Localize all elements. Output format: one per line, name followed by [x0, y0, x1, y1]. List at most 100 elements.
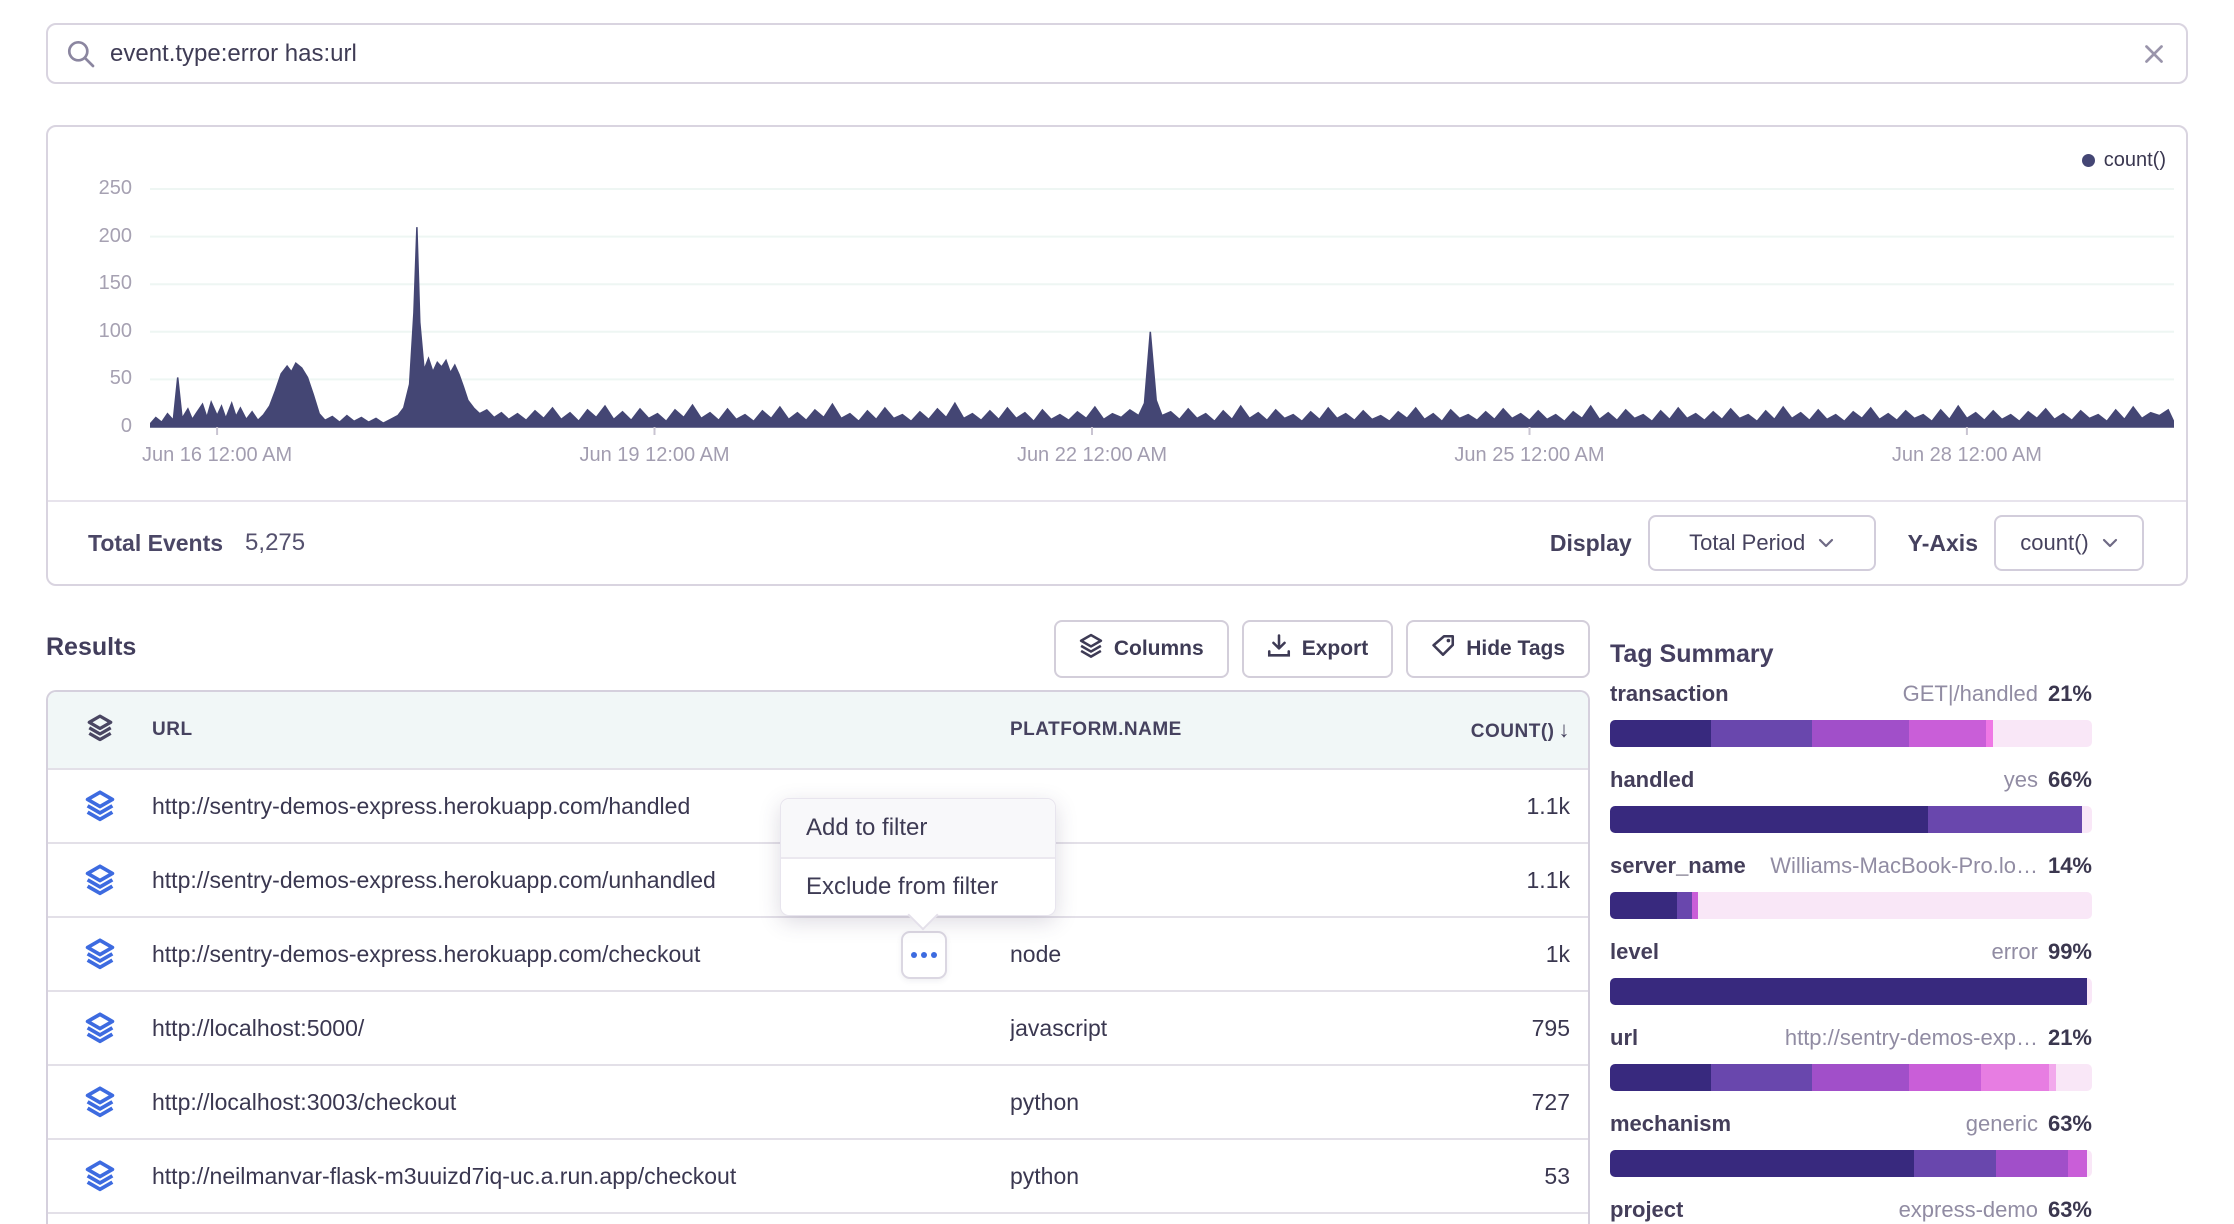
y-axis-tick-label: 0 — [48, 415, 132, 438]
stack-icon — [48, 864, 152, 896]
platform-cell: node — [1010, 941, 1440, 968]
count-cell: 727 — [1440, 1089, 1588, 1116]
x-axis-tick-label: Jun 19 12:00 AM — [575, 444, 735, 467]
tag-top-value: express-demo — [1899, 1197, 2038, 1222]
column-header-platform[interactable]: PLATFORM.NAME — [1010, 719, 1440, 741]
table-row[interactable]: http://localhost:3003/checkoutpython727 — [48, 1064, 1588, 1138]
stack-icon — [1079, 633, 1103, 665]
table-row[interactable]: http://localhost:5000/javascript795 — [48, 990, 1588, 1064]
tag-percentage: 14% — [2048, 853, 2092, 878]
stack-icon — [48, 1160, 152, 1192]
results-heading: Results — [46, 633, 136, 662]
tag-row: url http://sentry-demos-exp… 21% — [1610, 1025, 2092, 1091]
results-table-header: URL PLATFORM.NAME COUNT()↓ — [48, 692, 1588, 768]
x-axis-tick-label: Jun 16 12:00 AM — [137, 444, 297, 467]
sort-descending-icon: ↓ — [1559, 717, 1571, 742]
tag-row: transaction GET|/handled 21% — [1610, 681, 2092, 747]
tag-percentage: 21% — [2048, 1025, 2092, 1050]
x-axis-tick-label: Jun 28 12:00 AM — [1887, 444, 2047, 467]
download-icon — [1267, 634, 1291, 664]
table-row[interactable]: http://sentry-demos-express.herokuapp.co… — [48, 916, 1588, 990]
tag-top-value: yes — [2004, 767, 2038, 792]
columns-button-label: Columns — [1114, 637, 1204, 661]
yaxis-dropdown-value: count() — [2020, 530, 2088, 556]
chevron-down-icon — [2102, 538, 2118, 548]
platform-cell: python — [1010, 1163, 1440, 1190]
tag-percentage: 21% — [2048, 681, 2092, 706]
export-button[interactable]: Export — [1242, 620, 1394, 678]
search-bar — [46, 23, 2188, 84]
tag-distribution-bar[interactable] — [1610, 1064, 2092, 1091]
yaxis-dropdown[interactable]: count() — [1994, 515, 2144, 571]
total-events-label: Total Events — [88, 530, 223, 557]
tag-top-value: GET|/handled — [1903, 681, 2038, 706]
stack-icon — [48, 714, 152, 747]
platform-cell: python — [1010, 1089, 1440, 1116]
tag-row: server_nameWilliams-MacBook-Pro.lo…14% — [1610, 853, 2092, 919]
tag-percentage: 99% — [2048, 939, 2092, 964]
columns-button[interactable]: Columns — [1054, 620, 1229, 678]
events-chart-card: count() 050100150200250 Jun 16 12:00 AMJ… — [46, 125, 2188, 586]
tag-distribution-bar[interactable] — [1610, 892, 2092, 919]
more-actions-button[interactable] — [901, 931, 947, 979]
event-count-area-chart[interactable] — [150, 162, 2174, 436]
tag-distribution-bar[interactable] — [1610, 720, 2092, 747]
table-row[interactable]: http://neilmanvar-flask-m3uuizd7iq-uc.a.… — [48, 1138, 1588, 1212]
hide-tags-button[interactable]: Hide Tags — [1406, 620, 1590, 678]
clear-search-icon[interactable] — [2142, 42, 2166, 66]
tag-icon — [1431, 634, 1455, 664]
table-row — [48, 1212, 1588, 1224]
y-axis-tick-label: 250 — [48, 177, 132, 200]
tag-name: handled — [1610, 767, 1694, 793]
count-cell: 1.1k — [1440, 793, 1588, 820]
display-label: Display — [1550, 530, 1632, 557]
tag-distribution-bar[interactable] — [1610, 1150, 2092, 1177]
tag-name: url — [1610, 1025, 1638, 1051]
cell-actions-menu: Add to filter Exclude from filter — [780, 798, 1056, 916]
display-dropdown[interactable]: Total Period — [1648, 515, 1876, 571]
tag-summary-list: transactionGET|/handled21%handledyes66%s… — [1610, 681, 2092, 1223]
tag-distribution-bar[interactable] — [1610, 978, 2092, 1005]
results-toolbar: Columns Export Hide Tags — [1054, 620, 1590, 678]
tag-name: level — [1610, 939, 1659, 965]
stack-icon — [48, 1086, 152, 1118]
tag-top-value: Williams-MacBook-Pro.lo… — [1770, 853, 2038, 878]
stack-icon — [48, 1012, 152, 1044]
url-cell[interactable]: http://localhost:5000/ — [152, 1015, 1010, 1042]
column-header-url[interactable]: URL — [152, 719, 1010, 741]
discover-page: count() 050100150200250 Jun 16 12:00 AMJ… — [0, 0, 2234, 1224]
stack-icon — [48, 938, 152, 970]
y-axis-tick-label: 50 — [48, 367, 132, 390]
count-cell: 795 — [1440, 1015, 1588, 1042]
count-cell: 53 — [1440, 1163, 1588, 1190]
tag-top-value: error — [1992, 939, 2038, 964]
tag-name: project — [1610, 1197, 1683, 1223]
tag-percentage: 66% — [2048, 767, 2092, 792]
url-cell[interactable]: http://localhost:3003/checkout — [152, 1089, 1010, 1116]
display-dropdown-value: Total Period — [1689, 530, 1805, 556]
url-cell[interactable]: http://sentry-demos-express.herokuapp.co… — [152, 941, 1010, 968]
add-to-filter-menu-item[interactable]: Add to filter — [781, 799, 1055, 857]
x-axis-tick-label: Jun 25 12:00 AM — [1449, 444, 1609, 467]
tag-percentage: 63% — [2048, 1197, 2092, 1222]
tag-distribution-bar[interactable] — [1610, 806, 2092, 833]
tag-top-value: http://sentry-demos-exp… — [1785, 1025, 2038, 1050]
search-icon — [66, 39, 96, 69]
y-axis-tick-label: 200 — [48, 225, 132, 248]
tag-name: transaction — [1610, 681, 1729, 707]
platform-cell: javascript — [1010, 1015, 1440, 1042]
search-input[interactable] — [110, 40, 2142, 68]
y-axis-tick-label: 150 — [48, 272, 132, 295]
url-cell[interactable]: http://neilmanvar-flask-m3uuizd7iq-uc.a.… — [152, 1163, 1010, 1190]
stack-icon — [48, 790, 152, 822]
x-axis-tick-label: Jun 22 12:00 AM — [1012, 444, 1172, 467]
column-header-count[interactable]: COUNT()↓ — [1440, 717, 1588, 743]
tag-summary-panel: Tag Summary transaction GET|/handled 21% ha… — [1610, 640, 2092, 1224]
chevron-down-icon — [1818, 538, 1834, 548]
total-events-value: 5,275 — [245, 529, 305, 557]
count-cell: 1.1k — [1440, 867, 1588, 894]
tag-row: mechanismgeneric63% — [1610, 1111, 2092, 1177]
tag-row: project express-demo 63% — [1610, 1197, 2092, 1223]
yaxis-label: Y-Axis — [1908, 530, 1978, 557]
tag-summary-title: Tag Summary — [1610, 640, 2092, 669]
